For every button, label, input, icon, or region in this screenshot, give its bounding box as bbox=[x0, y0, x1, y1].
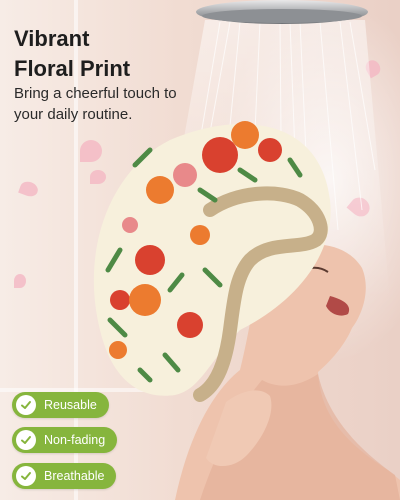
badge-label: Reusable bbox=[44, 398, 97, 412]
headline-line-1: Vibrant bbox=[14, 26, 90, 51]
check-icon bbox=[16, 430, 36, 450]
badge-label: Breathable bbox=[44, 469, 105, 483]
subtitle-line-1: Bring a cheerful touch to bbox=[14, 85, 177, 102]
subtitle-line-2: your daily routine. bbox=[14, 106, 133, 123]
feature-badge-non-fading: Non-fading bbox=[12, 427, 118, 453]
headline-line-2: Floral Print bbox=[14, 56, 131, 81]
product-scene: Vibrant Floral Print Bring a cheerful to… bbox=[0, 0, 400, 500]
check-icon bbox=[16, 466, 36, 486]
badge-label: Non-fading bbox=[44, 433, 106, 447]
shower-head bbox=[196, 0, 368, 24]
subtitle: Bring a cheerful touch to your daily rou… bbox=[14, 83, 204, 125]
feature-badge-reusable: Reusable bbox=[12, 392, 109, 418]
check-icon bbox=[16, 395, 36, 415]
headline: Vibrant Floral Print bbox=[14, 24, 214, 84]
feature-badge-breathable: Breathable bbox=[12, 463, 117, 489]
